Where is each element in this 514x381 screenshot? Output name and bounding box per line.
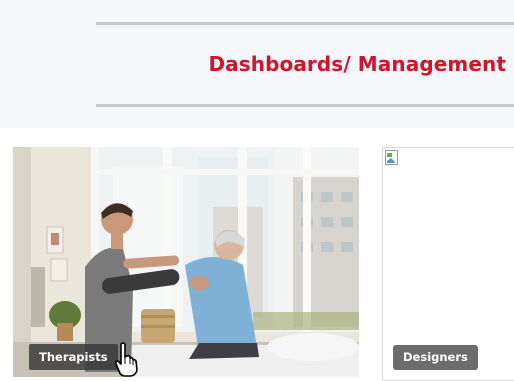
therapy-session-photo	[13, 147, 359, 377]
header-divider-bottom	[96, 104, 514, 107]
therapists-card[interactable]: Therapists	[13, 147, 359, 377]
page-title: Dashboards/ Management	[208, 52, 506, 76]
designers-card[interactable]: Designers	[382, 147, 514, 381]
therapists-badge[interactable]: Therapists	[29, 344, 118, 370]
designers-badge[interactable]: Designers	[393, 345, 478, 370]
header-band: Dashboards/ Management	[0, 0, 514, 128]
header-divider-top	[96, 22, 514, 25]
broken-image-icon	[385, 150, 398, 165]
hand-cursor-icon	[114, 342, 138, 377]
